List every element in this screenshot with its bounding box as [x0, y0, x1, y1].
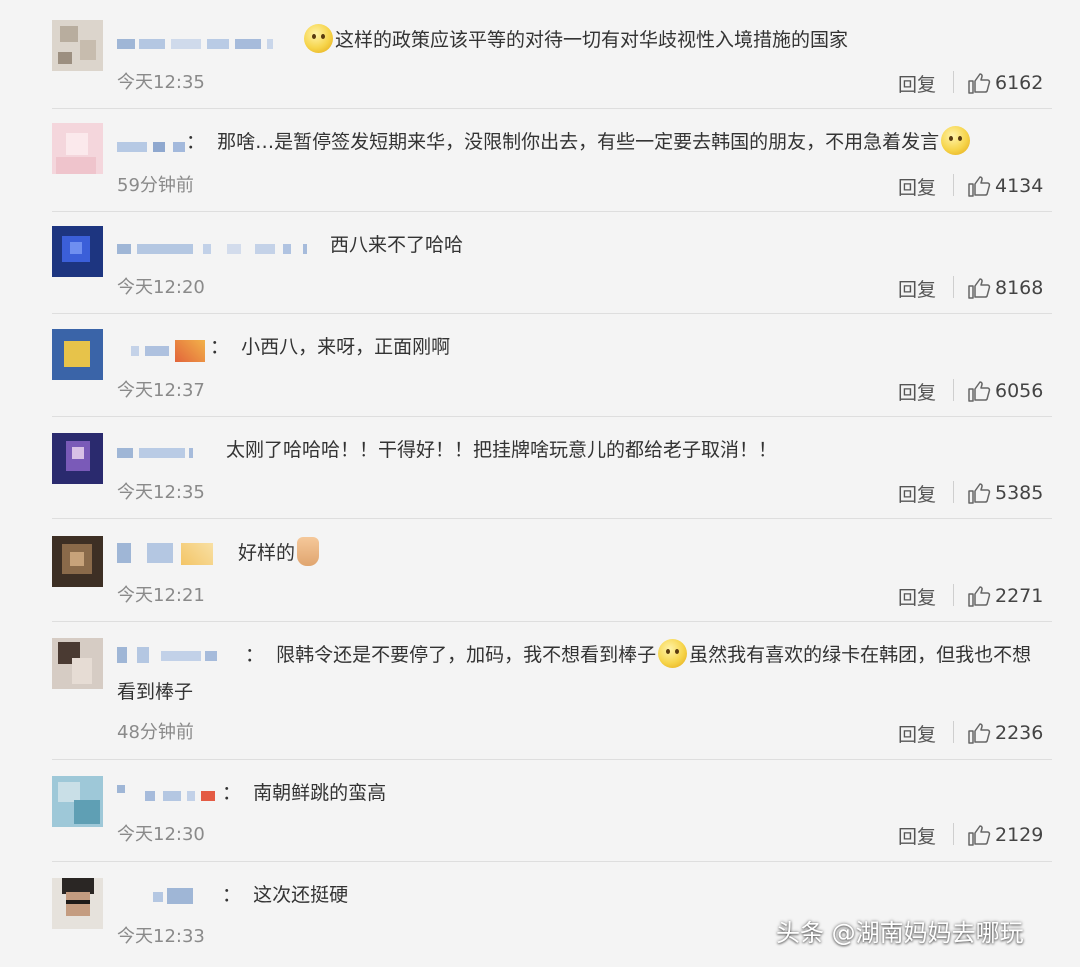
divider: [953, 379, 954, 401]
reply-button[interactable]: 回复: [898, 720, 936, 747]
avatar[interactable]: [52, 536, 103, 587]
reply-button[interactable]: 回复: [898, 70, 936, 97]
comment-text: 好样的: [238, 535, 321, 572]
separator-line: [52, 759, 1052, 760]
comment-time: 今天12:30: [117, 824, 205, 845]
avatar[interactable]: [52, 878, 103, 929]
reply-button[interactable]: 回复: [898, 822, 936, 849]
like-button[interactable]: 6162: [967, 72, 1043, 94]
like-count: 6162: [995, 72, 1044, 94]
separator-line: [52, 416, 1052, 417]
thumbs-up-icon: [968, 278, 991, 299]
separator-line: [52, 211, 1052, 212]
like-count: 2129: [995, 824, 1044, 846]
reply-button[interactable]: 回复: [898, 480, 936, 507]
like-button[interactable]: 2129: [967, 824, 1043, 846]
thumbs-up-icon: [968, 586, 991, 607]
separator-line: [52, 861, 1052, 862]
like-button[interactable]: 8168: [967, 277, 1043, 299]
like-button[interactable]: 2236: [967, 722, 1043, 744]
comment-time: 59分钟前: [117, 175, 194, 196]
divider: [953, 584, 954, 606]
comment-time: 今天12:37: [117, 380, 205, 401]
thumbs-up-icon: [968, 825, 991, 846]
like-button[interactable]: 5385: [967, 482, 1043, 504]
avatar[interactable]: [52, 638, 103, 689]
divider: [953, 481, 954, 503]
avatar[interactable]: [52, 226, 103, 277]
like-count: 2236: [995, 722, 1044, 744]
like-count: 2271: [995, 585, 1044, 607]
like-count: 5385: [995, 482, 1044, 504]
separator-line: [52, 313, 1052, 314]
divider: [953, 71, 954, 93]
like-count: 6056: [995, 380, 1044, 402]
divider: [953, 823, 954, 845]
separator-line: [52, 621, 1052, 622]
comment-text: ： 限韩令还是不要停了，加码，我不想看到棒子 虽然我有喜欢的绿卡在韩团，但我也不想…: [117, 637, 1050, 711]
comment-text: 这样的政策应该平等的对待一切有对华歧视性入境措施的国家: [302, 22, 848, 59]
comment-text: ： 那啥…是暂停签发短期来华，没限制你出去，有些一定要去韩国的朋友，不用急着发言: [186, 124, 972, 161]
like-count: 4134: [995, 175, 1044, 197]
comment-time: 今天12:35: [117, 482, 205, 503]
like-button[interactable]: 2271: [967, 585, 1043, 607]
comment-time: 今天12:35: [117, 72, 205, 93]
scared-face-icon: [304, 24, 333, 53]
like-button[interactable]: 6056: [967, 380, 1043, 402]
avatar[interactable]: [52, 433, 103, 484]
avatar[interactable]: [52, 123, 103, 174]
thumbs-up-icon: [968, 176, 991, 197]
like-count: 8168: [995, 277, 1044, 299]
comment-time: 48分钟前: [117, 722, 194, 743]
avatar[interactable]: [52, 776, 103, 827]
thumbs-up-icon: [968, 723, 991, 744]
avatar[interactable]: [52, 20, 103, 71]
divider: [953, 174, 954, 196]
smile-icon: [658, 639, 688, 668]
reply-button[interactable]: 回复: [898, 583, 936, 610]
separator-line: [52, 518, 1052, 519]
like-button[interactable]: 4134: [967, 175, 1043, 197]
watermark: 头条 @湖南妈妈去哪玩: [776, 919, 1024, 947]
thumbs-up-icon: [968, 381, 991, 402]
comment-text: ： 小西八，来呀，正面刚啊: [210, 336, 451, 358]
comment-text: ： 南朝鲜跳的蛮高: [222, 782, 387, 804]
reply-button[interactable]: 回复: [898, 173, 936, 200]
reply-button[interactable]: 回复: [898, 275, 936, 302]
thumbs-up-emoji-icon: [297, 537, 320, 566]
thumbs-up-icon: [968, 73, 991, 94]
comment-time: 今天12:33: [117, 926, 205, 947]
avatar[interactable]: [52, 329, 103, 380]
comment-text: ： 这次还挺硬: [222, 884, 349, 906]
thumbs-up-icon: [968, 483, 991, 504]
comment-text: 太刚了哈哈哈！！干得好！！把挂牌啥玩意儿的都给老子取消！！: [226, 439, 778, 461]
separator-line: [52, 108, 1052, 109]
divider: [953, 276, 954, 298]
comment-time: 今天12:21: [117, 585, 205, 606]
comment-time: 今天12:20: [117, 277, 205, 298]
laughing-tears-icon: [941, 126, 971, 155]
divider: [953, 721, 954, 743]
reply-button[interactable]: 回复: [898, 378, 936, 405]
comment-text: 西八来不了哈哈: [330, 234, 464, 256]
